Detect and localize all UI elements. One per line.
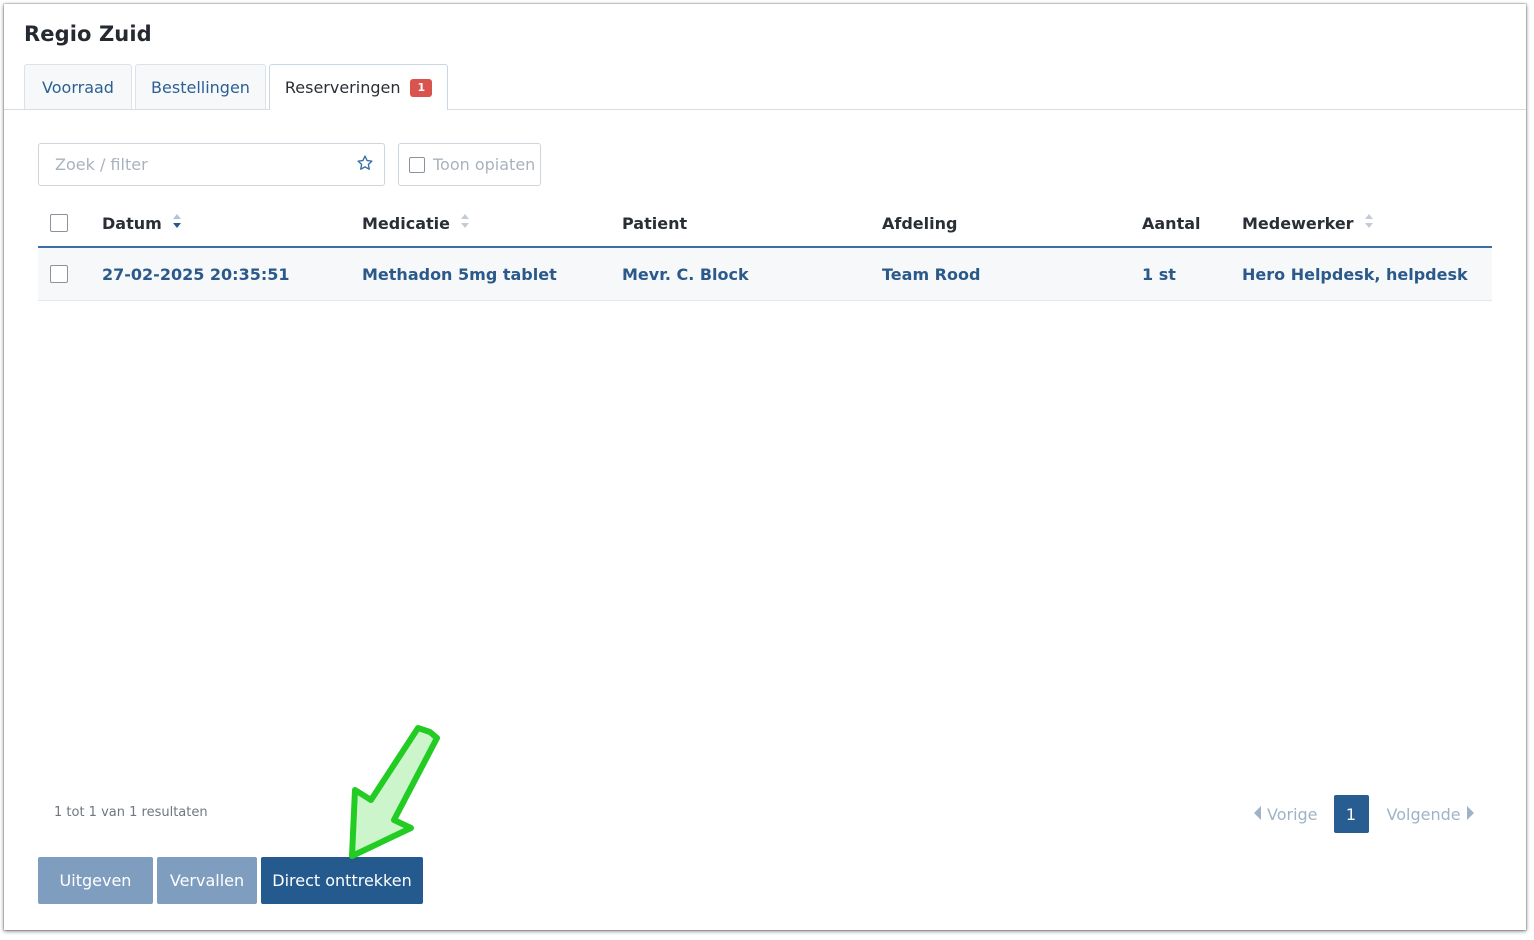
direct-withdraw-button[interactable]: Direct onttrekken bbox=[261, 857, 423, 904]
tabs-divider bbox=[4, 109, 1526, 110]
search-field[interactable] bbox=[38, 143, 385, 186]
column-header-aantal: Aantal bbox=[1142, 200, 1201, 246]
sort-desc-icon bbox=[172, 212, 182, 234]
sort-icon bbox=[460, 212, 470, 234]
reservations-window: Regio Zuid Voorraad Bestellingen Reserve… bbox=[4, 4, 1526, 930]
column-header-patient: Patient bbox=[622, 200, 687, 246]
cell-afdeling[interactable]: Team Rood bbox=[882, 248, 980, 300]
column-label: Medicatie bbox=[362, 213, 450, 233]
cell-patient[interactable]: Mevr. C. Block bbox=[622, 248, 749, 300]
column-header-datum[interactable]: Datum bbox=[102, 200, 182, 246]
annotation-arrow-icon bbox=[334, 724, 454, 874]
column-label: Afdeling bbox=[882, 213, 958, 233]
tab-reserveringen[interactable]: Reserveringen 1 bbox=[269, 64, 448, 110]
tab-voorraad[interactable]: Voorraad bbox=[24, 64, 132, 109]
tab-label: Reserveringen bbox=[284, 78, 401, 97]
show-opiates-toggle[interactable]: Toon opiaten bbox=[398, 143, 541, 186]
select-all-checkbox[interactable] bbox=[50, 214, 68, 232]
cell-medewerker[interactable]: Hero Helpdesk, helpdesk bbox=[1242, 248, 1468, 300]
column-label: Patient bbox=[622, 213, 688, 233]
expire-button[interactable]: Vervallen bbox=[157, 857, 257, 904]
issue-button[interactable]: Uitgeven bbox=[38, 857, 153, 904]
table-header: Datum Medicatie Patient Afdeling Aantal bbox=[38, 200, 1492, 248]
tab-label: Bestellingen bbox=[151, 77, 250, 97]
result-count: 1 tot 1 van 1 resultaten bbox=[54, 805, 208, 820]
cell-aantal[interactable]: 1 st bbox=[1142, 248, 1176, 300]
caret-right-icon bbox=[1466, 805, 1474, 824]
cell-datum[interactable]: 27-02-2025 20:35:51 bbox=[102, 248, 290, 300]
column-label: Aantal bbox=[1142, 213, 1201, 233]
page-title: Regio Zuid bbox=[24, 22, 152, 46]
table-row[interactable]: 27-02-2025 20:35:51 Methadon 5mg tablet … bbox=[38, 248, 1492, 301]
tab-bestellingen[interactable]: Bestellingen bbox=[135, 64, 266, 109]
sort-icon bbox=[1364, 212, 1374, 234]
reservations-count-badge: 1 bbox=[410, 78, 433, 97]
column-header-medewerker[interactable]: Medewerker bbox=[1242, 200, 1374, 246]
column-header-medicatie[interactable]: Medicatie bbox=[362, 200, 470, 246]
reservations-table: Datum Medicatie Patient Afdeling Aantal bbox=[38, 200, 1492, 301]
prev-page-button[interactable]: Vorige bbox=[1254, 805, 1318, 824]
column-label: Datum bbox=[102, 213, 162, 233]
page-number-current[interactable]: 1 bbox=[1333, 795, 1369, 833]
prev-label: Vorige bbox=[1267, 804, 1318, 824]
column-label: Medewerker bbox=[1242, 213, 1354, 233]
next-page-button[interactable]: Volgende bbox=[1387, 805, 1474, 824]
caret-left-icon bbox=[1254, 805, 1262, 824]
next-label: Volgende bbox=[1386, 804, 1461, 824]
star-icon[interactable] bbox=[356, 154, 374, 176]
show-opiates-checkbox[interactable] bbox=[409, 156, 425, 173]
select-all-cell bbox=[50, 200, 68, 246]
row-checkbox[interactable] bbox=[50, 265, 68, 283]
search-input[interactable] bbox=[53, 154, 356, 175]
show-opiates-label: Toon opiaten bbox=[433, 155, 536, 174]
row-select-cell bbox=[50, 248, 68, 300]
tab-label: Voorraad bbox=[42, 77, 114, 97]
cell-medicatie[interactable]: Methadon 5mg tablet bbox=[362, 248, 557, 300]
column-header-afdeling: Afdeling bbox=[882, 200, 957, 246]
pagination: Vorige 1 Volgende bbox=[1254, 795, 1474, 833]
